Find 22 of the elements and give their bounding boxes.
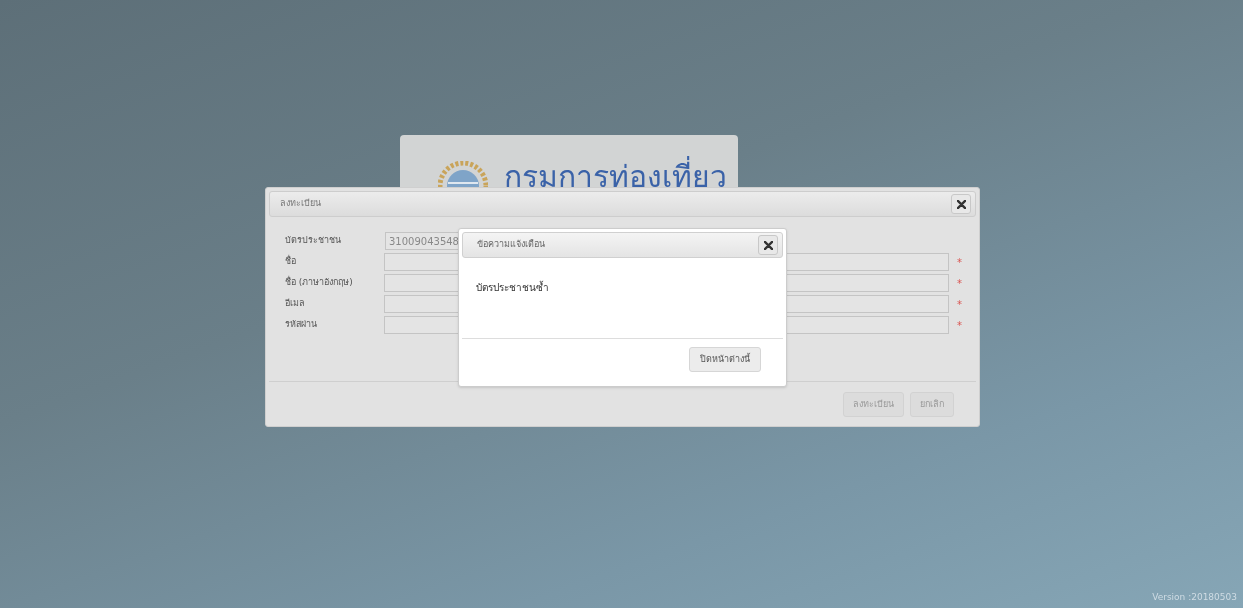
required-mark: * bbox=[957, 255, 962, 270]
logo-title: กรมการท่องเที่ยว bbox=[504, 157, 727, 197]
alert-title: ข้อความแจ้งเตือน bbox=[477, 238, 545, 252]
emblem-icon bbox=[438, 161, 488, 187]
version-label: Version :20180503 bbox=[1152, 590, 1237, 604]
required-mark: * bbox=[957, 276, 962, 291]
field-label: ชื่อ bbox=[285, 255, 297, 269]
close-button[interactable] bbox=[951, 194, 971, 214]
dialog-button[interactable]: ยกเลิก bbox=[910, 392, 954, 417]
field-label: ชื่อ (ภาษาอังกฤษ) bbox=[285, 276, 354, 290]
dialog-title: ลงทะเบียน bbox=[280, 197, 321, 211]
field-label: อีเมล bbox=[285, 297, 306, 311]
field-label: บัตรประชาชน bbox=[285, 234, 342, 248]
close-icon bbox=[763, 240, 773, 250]
required-mark: * bbox=[957, 318, 962, 333]
field-label: รหัสผ่าน bbox=[285, 318, 318, 332]
alert-message: บัตรประชาชนซ้ำ bbox=[476, 282, 549, 293]
close-icon bbox=[956, 199, 966, 209]
required-mark: * bbox=[957, 297, 962, 312]
alert-close-button[interactable] bbox=[758, 235, 778, 255]
dialog-button[interactable]: ลงทะเบียน bbox=[843, 392, 904, 417]
close-window-button[interactable]: ปิดหน้าต่างนี้ bbox=[689, 347, 761, 372]
